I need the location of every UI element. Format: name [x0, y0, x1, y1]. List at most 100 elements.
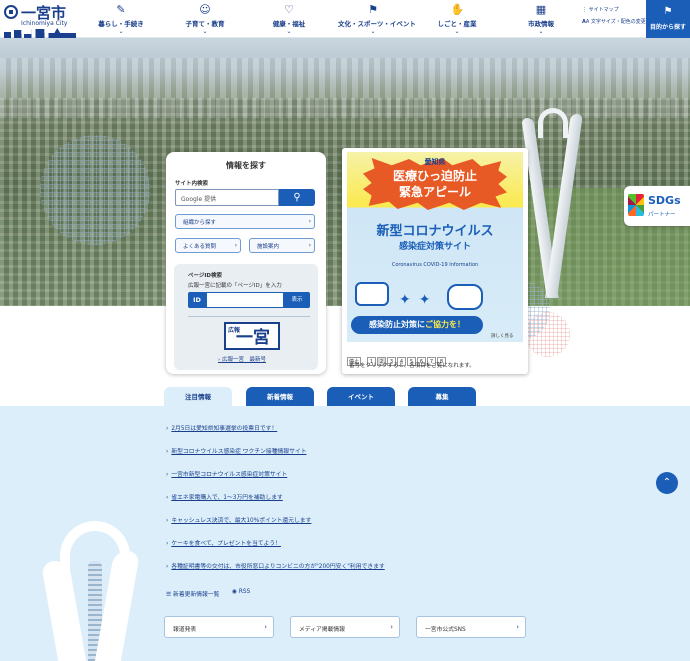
search-icon: ⚲ — [293, 192, 301, 203]
banner-corona-en: Coronavirus COVID-19 Information — [391, 262, 479, 268]
facility-link-label: 施設案内 — [257, 244, 280, 250]
purpose-label: 目的から探す — [649, 24, 686, 31]
koho-logo[interactable]: 広報 一宮 — [224, 322, 280, 350]
chevron-down-icon: ⌄ — [118, 28, 124, 35]
banner-headline-1: 医療ひっ迫防止 — [392, 169, 477, 183]
news-item[interactable]: ケーキを食べて、プレゼントを当てよう！ — [166, 538, 281, 547]
text-size-link[interactable]: AA 文字サイズ・配色の変更 — [582, 18, 646, 25]
org-link-label: 組織から探す — [183, 220, 217, 226]
news-item[interactable]: 一宮市新型コロナウイルス感染症対策サイト — [166, 469, 287, 478]
chevron-down-icon: ⌄ — [286, 28, 292, 35]
news-item[interactable]: 省エネ家電購入で、1〜3万円を補助します — [166, 492, 283, 501]
koho-big: 一宮 — [236, 328, 270, 348]
tab-new[interactable]: 新着情報 — [246, 387, 314, 407]
skyline-icon — [4, 28, 76, 38]
flag-icon: ⚑ — [368, 3, 378, 16]
tower-illustration — [40, 521, 150, 661]
banner-corona-1: 新型コロナウイルス — [376, 224, 494, 239]
chevron-right-icon: › — [234, 242, 237, 249]
rss-label: RSS — [238, 589, 251, 595]
search-button[interactable]: ⚲ — [279, 189, 315, 206]
city-emblem-icon — [4, 5, 18, 19]
nav-childcare[interactable]: ☺ 子育て・教育 ⌄ — [170, 0, 240, 38]
media-button[interactable]: メディア掲載情報 › — [290, 616, 400, 638]
nav-living[interactable]: ✎ 暮らし・手続き ⌄ — [86, 0, 156, 38]
decor-dots — [40, 135, 150, 245]
sdgs-wheel-icon — [628, 194, 644, 216]
news-item[interactable]: キャッシュレス決済で、最大10%ポイント還元します — [166, 515, 311, 524]
koho-latest-link[interactable]: › 広報一宮 最新号 — [218, 355, 266, 363]
nav-health[interactable]: ♡ 健康・福祉 ⌄ — [254, 0, 324, 38]
building-icon: ▦ — [535, 3, 547, 16]
search-panel-title: 情報を探す — [226, 161, 266, 170]
pager-note: 番号をクリックすると、各項目をご覧になれます。 — [349, 363, 475, 369]
page-id-input[interactable] — [206, 292, 284, 308]
nav-culture[interactable]: ⚑ 文化・スポーツ・イベント ⌄ — [338, 0, 416, 38]
tower-leg-right — [545, 114, 583, 298]
nav-work[interactable]: ✋ しごと・産業 ⌄ — [422, 0, 492, 38]
button-label: メディア掲載情報 — [299, 627, 345, 633]
banner-corona-2: 感染症対策サイト — [398, 242, 471, 252]
back-to-top-button[interactable]: ⌃ — [656, 472, 678, 494]
page-id-search: ページID検索 広報一宮に記載の「ページID」を入力 ID 表示 広報 一宮 ›… — [174, 264, 318, 370]
sdgs-sub: パートナー — [648, 212, 676, 218]
button-label: 報道発表 — [173, 627, 197, 633]
page-id-title: ページID検索 — [188, 273, 223, 279]
nav-city-info[interactable]: ▦ 市政情報 ⌄ — [506, 0, 576, 38]
nav-label: 市政情報 — [528, 20, 554, 28]
faq-link[interactable]: よくある質問 › — [175, 238, 241, 253]
page-id-desc: 広報一宮に記載の「ページID」を入力 — [188, 283, 282, 289]
koho-link-label: 広報一宮 最新号 — [221, 357, 266, 363]
news-list-label: 新着更新情報一覧 — [173, 592, 220, 598]
nav-label: しごと・産業 — [437, 20, 477, 28]
nav-label: 健康・福祉 — [272, 20, 306, 28]
banner-headline-2: 緊急アピール — [398, 185, 471, 199]
button-label: 一宮市公式SNS — [425, 627, 466, 633]
nav-label: 文化・スポーツ・イベント — [338, 20, 416, 28]
rss-link[interactable]: ◉ RSS — [232, 589, 250, 595]
chevron-down-icon: ⌄ — [202, 28, 208, 35]
show-button[interactable]: 表示 — [284, 292, 310, 308]
press-release-button[interactable]: 報道発表 › — [164, 616, 274, 638]
chevron-right-icon: › — [390, 623, 393, 631]
chevron-down-icon: ⌄ — [538, 28, 544, 35]
news-tabs: 注目情報 新着情報 イベント 募集 — [0, 387, 690, 407]
nav-label: 子育て・教育 — [185, 20, 225, 28]
org-search-link[interactable]: 組織から探す › — [175, 214, 315, 229]
flag-icon: ⚑ — [663, 6, 673, 17]
mask-icon — [355, 282, 389, 306]
tab-recruit[interactable]: 募集 — [408, 387, 476, 407]
tower-arch — [538, 108, 568, 138]
chevron-right-icon: › — [264, 623, 267, 631]
id-label: ID — [188, 292, 206, 308]
chevron-right-icon: › — [308, 218, 311, 225]
slogan-text: 感染防止対策に — [369, 320, 425, 329]
heart-icon: ♡ — [284, 3, 294, 16]
pencil-icon: ✎ — [116, 3, 126, 16]
sdgs-title: SDGs — [648, 194, 681, 207]
news-item[interactable]: 2月5日は愛知県知事選挙の投票日です！ — [166, 423, 277, 432]
handshake-icon: ✋ — [450, 3, 465, 16]
search-panel: 情報を探す サイト内検索 Google 提供 ⚲ 組織から探す › よくある質問… — [166, 152, 326, 374]
child-icon: ☺ — [199, 3, 211, 16]
tab-events[interactable]: イベント — [327, 387, 395, 407]
nav-label: 暮らし・手続き — [98, 20, 144, 28]
chevron-down-icon: ⌄ — [370, 28, 376, 35]
site-search-label: サイト内検索 — [175, 181, 209, 187]
facility-link[interactable]: 施設案内 › — [249, 238, 315, 253]
covid-banner[interactable]: 愛知県 医療ひっ迫防止 緊急アピール 新型コロナウイルス 感染症対策サイト Co… — [347, 152, 523, 342]
purpose-search-button[interactable]: ⚑ 目的から探す — [646, 0, 690, 38]
slogan-emph: ご協力を！ — [425, 320, 465, 329]
sdgs-partner-badge[interactable]: SDGs パートナー — [624, 186, 690, 226]
news-item[interactable]: 各種証明書等の交付は、市役所窓口よりコンビニの方が"200円安く"利用できます — [166, 561, 384, 570]
news-list-link[interactable]: ☰ 新着更新情報一覧 — [166, 589, 219, 598]
sns-button[interactable]: 一宮市公式SNS › — [416, 616, 526, 638]
search-input[interactable]: Google 提供 — [175, 189, 279, 206]
news-item[interactable]: 新型コロナウイルス感染症 ワクチン接種情報サイト — [166, 446, 306, 455]
logo-sub: Ichinomiya City — [21, 20, 68, 27]
carousel-pager: 停止 1 2 3 4 5 6 7 8 — [347, 348, 447, 366]
tab-featured[interactable]: 注目情報 — [164, 387, 232, 407]
site-header: 一宮市 Ichinomiya City ✎ 暮らし・手続き ⌄ ☺ 子育て・教育… — [0, 0, 690, 38]
city-logo[interactable]: 一宮市 Ichinomiya City — [4, 4, 76, 38]
sitemap-link[interactable]: ⋮ サイトマップ — [582, 6, 619, 13]
